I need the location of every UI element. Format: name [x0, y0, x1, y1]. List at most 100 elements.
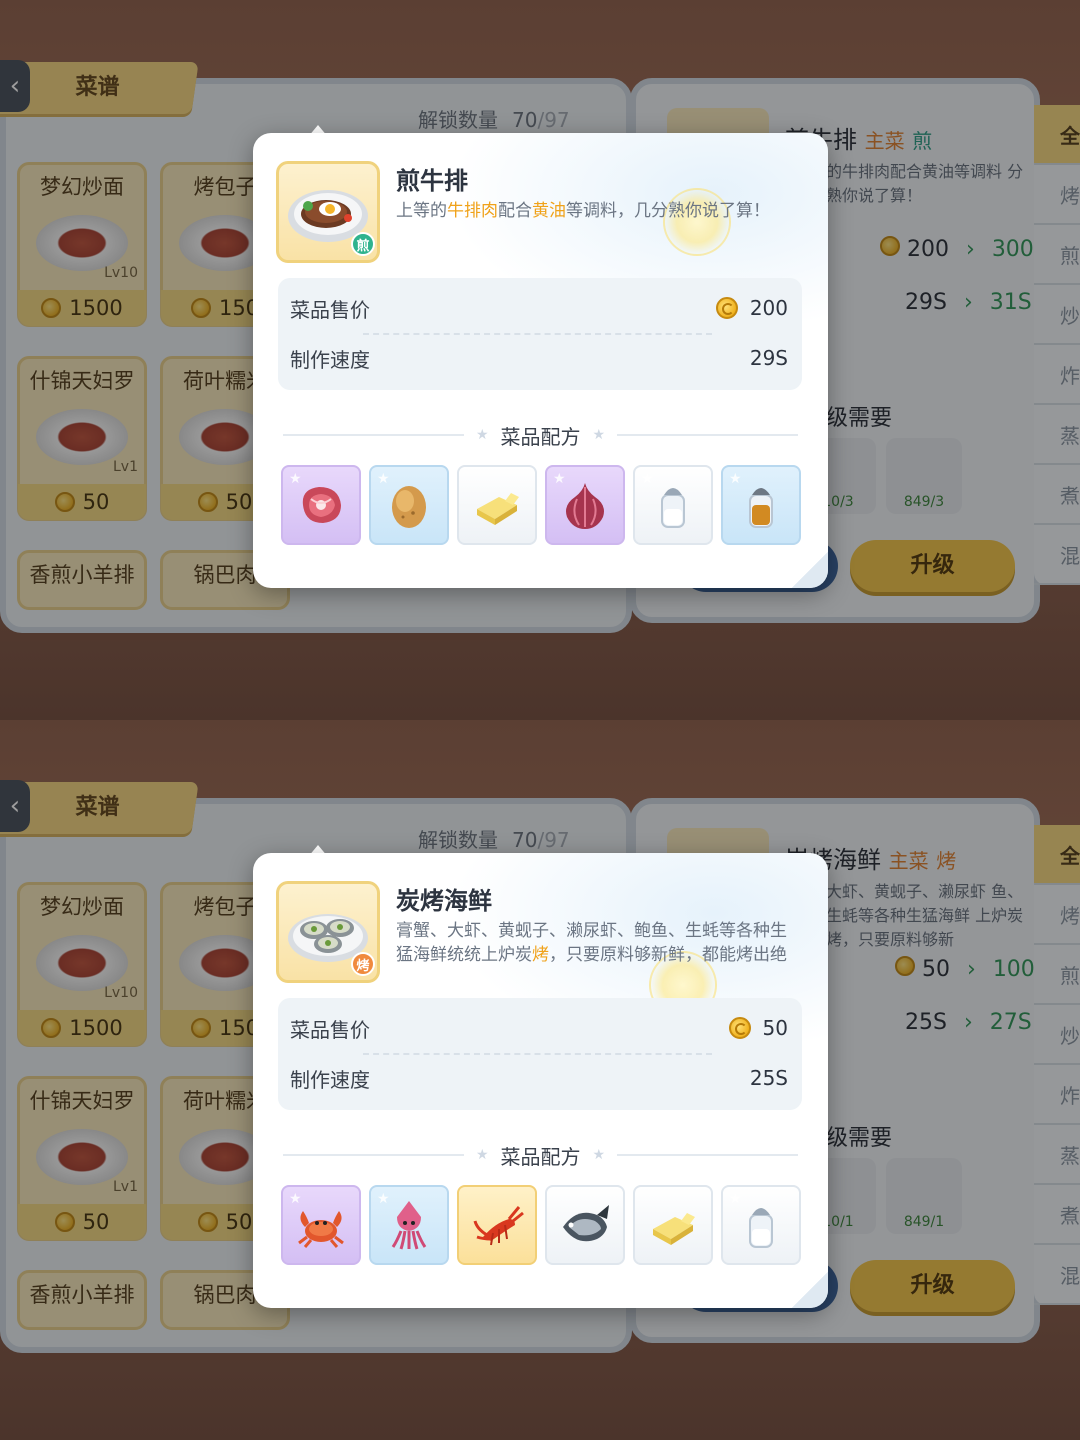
ingredient-slot[interactable]: ★: [281, 465, 361, 545]
price-value-group: 50: [728, 1016, 788, 1040]
sparkle-icon: ★: [377, 1191, 390, 1207]
unlock-label: 解锁数量: [418, 828, 498, 852]
ingredient-slot[interactable]: ★: [633, 465, 713, 545]
recipe-card-price: 1500: [18, 290, 146, 326]
back-arrow-icon: ‹: [9, 791, 21, 821]
ingredient-slot[interactable]: [633, 1185, 713, 1265]
tab-steam[interactable]: 蒸: [1034, 1125, 1080, 1185]
ingredient-slot[interactable]: ★: [721, 465, 801, 545]
coin-icon: [41, 1018, 62, 1038]
upgrade-button[interactable]: 升级: [850, 1260, 1015, 1312]
detail-price-to: 100: [992, 957, 1035, 982]
recipe-card[interactable]: 梦幻炒面 Lv10 1500: [17, 162, 147, 327]
recipe-card-level: Lv1: [113, 459, 138, 475]
tab-fry[interactable]: 煎: [1034, 945, 1080, 1005]
recipe-card-name: 什锦天妇罗: [29, 1089, 135, 1113]
recipe-card-price-value: 50: [82, 490, 110, 514]
screenshot-steak: 全 烤 煎 炒 炸 蒸 煮 混 菜谱 ‹ 解锁数量 70/97 梦幻炒面 Lv10…: [0, 0, 1080, 720]
ingredient-slot[interactable]: ★: [369, 465, 449, 545]
sparkle-icon: ★: [289, 1191, 302, 1207]
sparkle-icon: ★: [729, 1191, 742, 1207]
tab-roast[interactable]: 烤: [1034, 165, 1080, 225]
detail-speed-to: 27S: [989, 1010, 1032, 1035]
dish-stats: 菜品售价 200 制作速度 29S: [278, 278, 802, 390]
requirement-item: 849/3: [886, 438, 962, 514]
desc-text: 等调料，几分熟你说了算！: [566, 201, 770, 221]
dish-thumbnail: 煎: [276, 161, 380, 263]
ingredient-slot[interactable]: ★: [721, 1185, 801, 1265]
recipe-card-name: 梦幻炒面: [40, 175, 124, 199]
speed-label: 制作速度: [290, 1067, 370, 1092]
dish-plate-icon: [36, 935, 128, 991]
detail-price-row: 200 › 300: [880, 236, 1034, 262]
detail-price-to: 300: [991, 237, 1034, 262]
popup-corner-fold: [790, 1270, 828, 1308]
butter-icon: [653, 1213, 695, 1245]
recipe-card-price-value: 1500: [69, 1016, 123, 1040]
recipe-section-title: 菜品配方: [500, 424, 581, 449]
recipe-card[interactable]: 什锦天妇罗 Lv1 50: [17, 356, 147, 521]
price-label: 菜品售价: [290, 297, 370, 322]
unlock-value: 70: [512, 828, 538, 852]
tab-boil[interactable]: 煮: [1034, 465, 1080, 525]
back-button[interactable]: ‹: [0, 780, 30, 832]
star-icon: ★: [475, 427, 489, 443]
price-row: 菜品售价 200: [290, 284, 788, 332]
tab-fry[interactable]: 煎: [1034, 225, 1080, 285]
ingredient-slot[interactable]: [457, 1185, 537, 1265]
recipe-card[interactable]: 香煎小羊排: [17, 1270, 147, 1330]
price-row: 菜品售价 50: [290, 1004, 788, 1052]
divider: [617, 434, 798, 436]
recipe-card[interactable]: 梦幻炒面 Lv10 1500: [17, 882, 147, 1047]
price-label: 菜品售价: [290, 1017, 370, 1042]
coin-icon: [895, 956, 915, 976]
tab-roast[interactable]: 烤: [1034, 885, 1080, 945]
coin-icon: [54, 1212, 75, 1232]
dish-info-popup: 煎 煎牛排 上等的牛排肉配合黄油等调料，几分熟你说了算！ 菜品售价 200 制作…: [253, 133, 828, 588]
tab-mix[interactable]: 混: [1034, 525, 1080, 585]
dish-thumbnail: 烤: [276, 881, 380, 983]
price-value-group: 200: [715, 296, 788, 320]
speed-value: 29S: [749, 346, 788, 370]
tab-deepfry[interactable]: 炸: [1034, 1065, 1080, 1125]
tab-mix[interactable]: 混: [1034, 1245, 1080, 1305]
desc-highlight: 牛排肉: [447, 201, 498, 221]
butter-icon: [477, 493, 519, 525]
detail-tag-method: 煎: [912, 129, 933, 153]
cook-method-badge: 烤: [351, 952, 375, 976]
dish-stats: 菜品售价 50 制作速度 25S: [278, 998, 802, 1110]
back-button[interactable]: ‹: [0, 60, 30, 112]
ingredient-slot[interactable]: [457, 465, 537, 545]
recipe-card[interactable]: 香煎小羊排: [17, 550, 147, 610]
tab-stirfry[interactable]: 炒: [1034, 285, 1080, 345]
dish-info-popup: 烤 炭烤海鲜 膏蟹、大虾、黄蚬子、濑尿虾、鲍鱼、生蚝等各种生猛海鲜统统上炉炭烤，…: [253, 853, 828, 1308]
recipe-card-level: Lv1: [113, 1179, 138, 1195]
ingredient-slot[interactable]: [545, 1185, 625, 1265]
recipe-card[interactable]: 什锦天妇罗 Lv1 50: [17, 1076, 147, 1241]
tab-all[interactable]: 全: [1034, 105, 1080, 165]
tab-all[interactable]: 全: [1034, 825, 1080, 885]
crayfish-icon: [473, 1206, 524, 1246]
tab-steam[interactable]: 蒸: [1034, 405, 1080, 465]
dish-plate-icon: [36, 1129, 128, 1185]
unlock-label: 解锁数量: [418, 108, 498, 132]
ingredient-slot[interactable]: ★: [369, 1185, 449, 1265]
tab-stirfry[interactable]: 炒: [1034, 1005, 1080, 1065]
divider: [283, 434, 464, 436]
recipe-card-name: 香煎小羊排: [29, 563, 135, 587]
coin-icon: [715, 297, 738, 319]
dish-name: 炭烤海鲜: [396, 887, 492, 915]
recipe-card-price: 50: [18, 1204, 146, 1240]
recipe-card-price-value: 1500: [69, 296, 123, 320]
coin-icon: [54, 492, 75, 512]
dish-description: 膏蟹、大虾、黄蚬子、濑尿虾、鲍鱼、生蚝等各种生猛海鲜统统上炉炭烤，只要原料够新鲜…: [396, 919, 801, 969]
tab-deepfry[interactable]: 炸: [1034, 345, 1080, 405]
tab-boil[interactable]: 煮: [1034, 1185, 1080, 1245]
ingredient-slot[interactable]: ★: [545, 465, 625, 545]
star-icon: ★: [592, 1147, 606, 1163]
ingredient-slot[interactable]: ★: [281, 1185, 361, 1265]
price-value: 200: [749, 296, 788, 320]
coin-icon: [880, 236, 900, 256]
upgrade-button[interactable]: 升级: [850, 540, 1015, 592]
coin-icon: [197, 1212, 218, 1232]
